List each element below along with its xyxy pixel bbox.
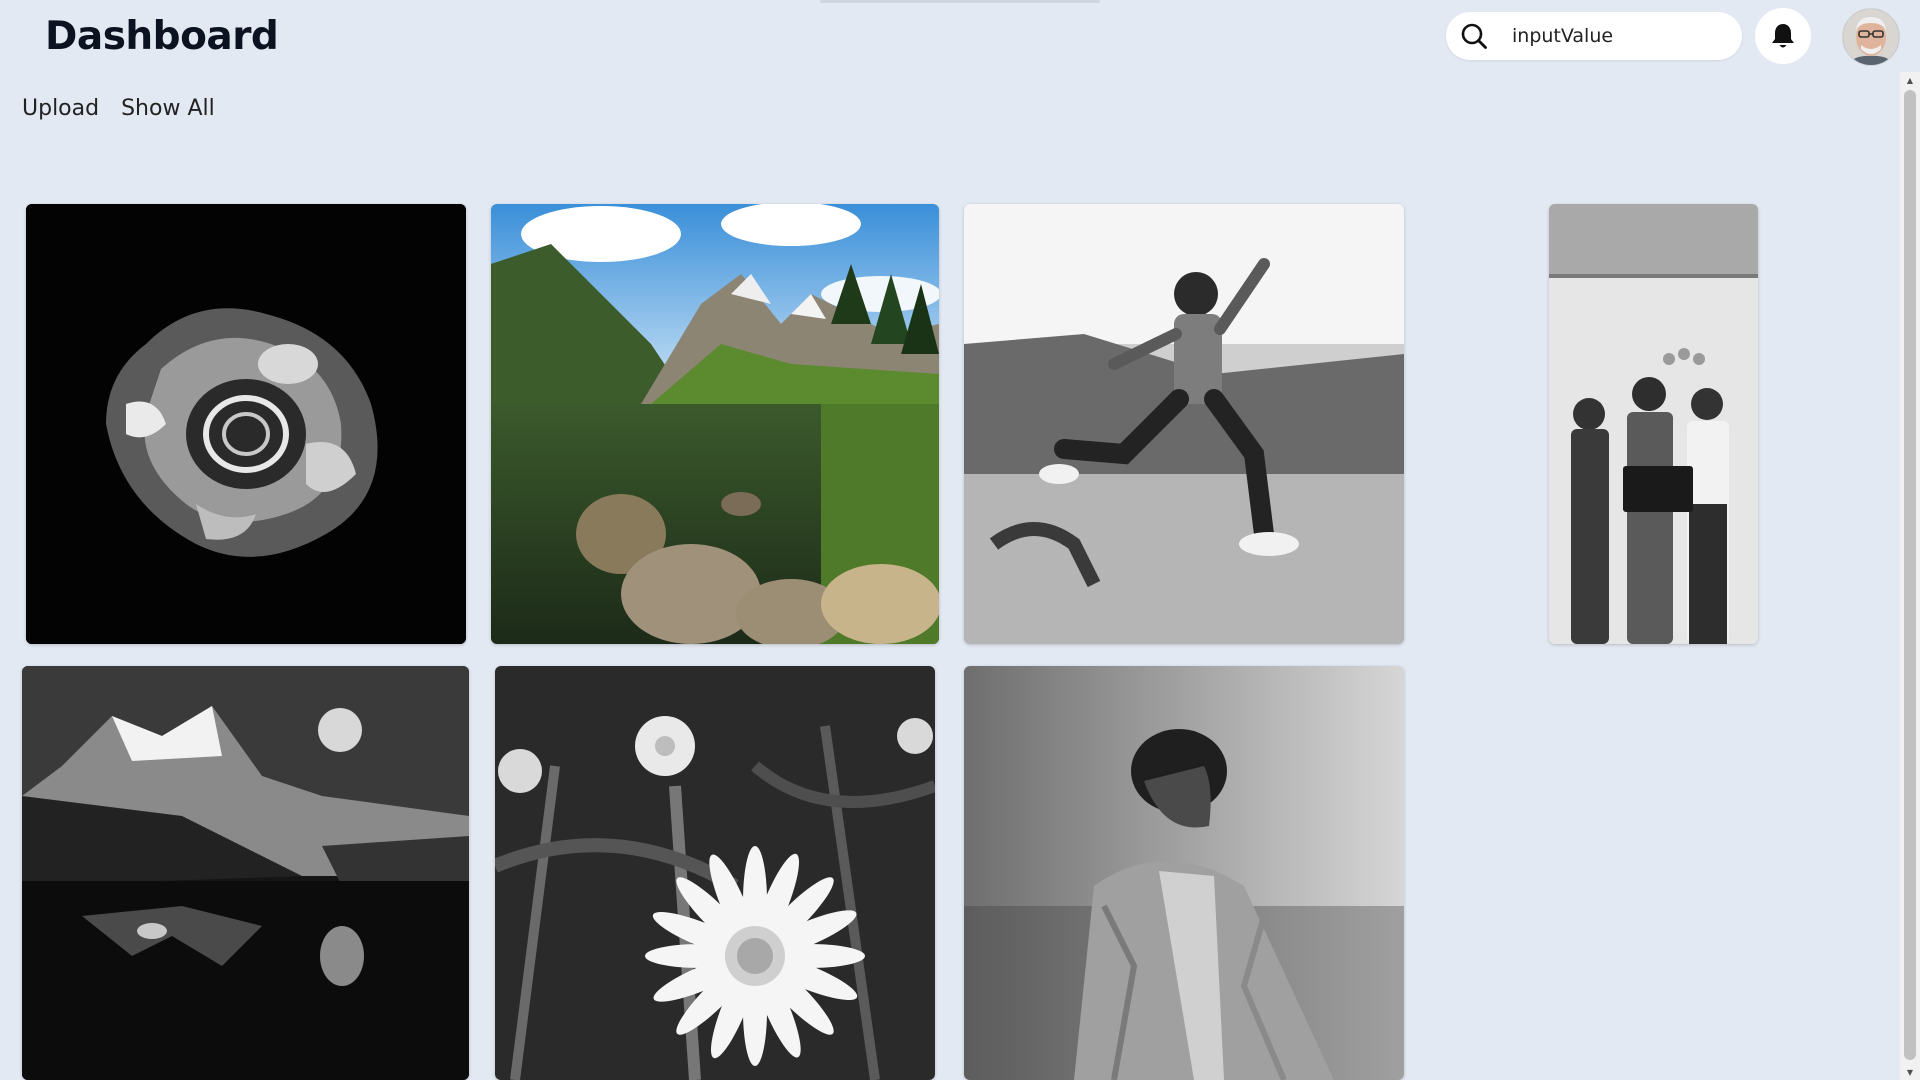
bell-icon	[1770, 22, 1796, 50]
gallery-image-mountain-lake[interactable]	[491, 204, 939, 644]
gallery-image-jumping-man[interactable]	[964, 204, 1404, 644]
notifications-button[interactable]	[1755, 8, 1811, 64]
dashboard-page: Dashboard inputValue Upload Show All ▲ ▼	[0, 0, 1920, 1080]
avatar[interactable]	[1842, 8, 1900, 66]
gallery-image-abstract[interactable]	[26, 204, 466, 644]
show-all-link[interactable]: Show All	[121, 96, 215, 121]
search-icon[interactable]	[1460, 22, 1488, 50]
scroll-down-icon[interactable]: ▼	[1900, 1064, 1920, 1080]
nav-links: Upload Show All	[22, 96, 215, 121]
upload-link[interactable]: Upload	[22, 96, 99, 121]
gallery-image-family[interactable]	[1549, 204, 1758, 644]
search-input[interactable]	[1512, 20, 1722, 52]
gallery-image-moonlit-lake[interactable]	[22, 666, 469, 1080]
scrollbar-thumb[interactable]	[1904, 90, 1916, 1060]
scroll-up-icon[interactable]: ▲	[1900, 72, 1920, 88]
vertical-scrollbar[interactable]: ▲ ▼	[1900, 72, 1920, 1080]
page-title: Dashboard	[45, 14, 279, 59]
search-box[interactable]	[1446, 12, 1742, 60]
gallery-image-daisy[interactable]	[495, 666, 935, 1080]
gallery-image-man-jacket[interactable]	[964, 666, 1404, 1080]
top-bar: Dashboard	[0, 0, 1920, 80]
